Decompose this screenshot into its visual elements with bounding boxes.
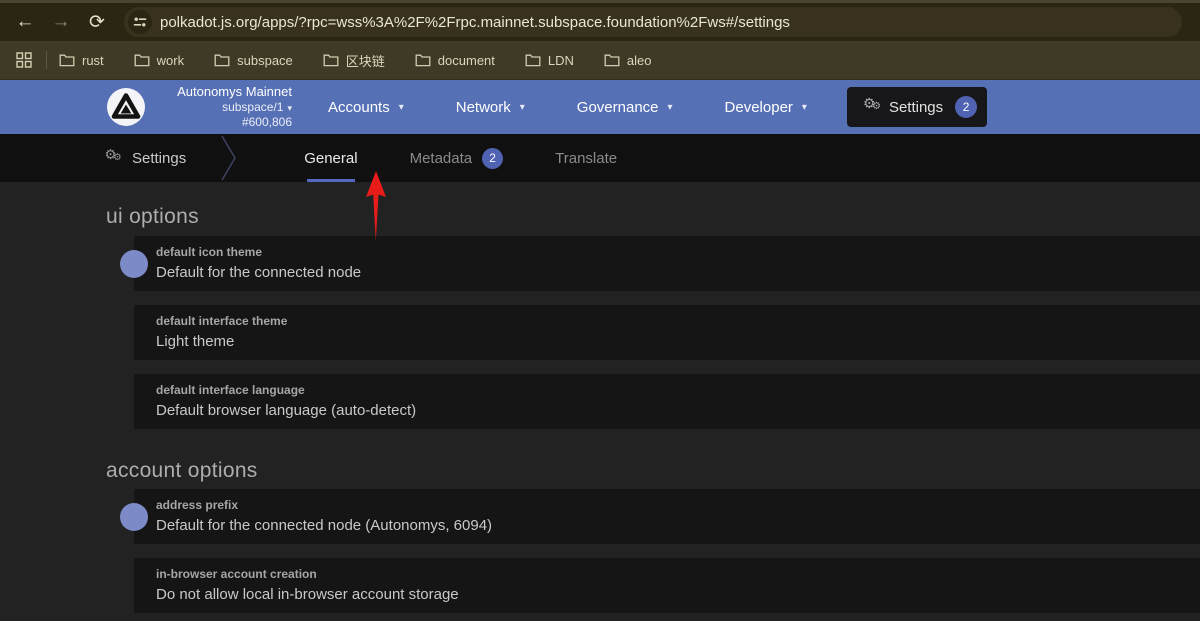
- bookmark-folder-work[interactable]: work: [134, 53, 184, 68]
- nav-developer[interactable]: Developer▾: [725, 99, 807, 116]
- setting-value-dropdown[interactable]: Default for the connected node: [156, 264, 1180, 281]
- settings-badge: 2: [955, 96, 977, 118]
- site-settings-icon[interactable]: [128, 10, 152, 34]
- setting-label: in-browser account creation: [156, 567, 1180, 581]
- reload-icon[interactable]: ⟳: [82, 7, 112, 37]
- setting-value-dropdown[interactable]: Default browser language (auto-detect): [156, 402, 1180, 419]
- tab-general[interactable]: General: [278, 134, 383, 182]
- forward-icon[interactable]: →: [46, 7, 76, 37]
- setting-row-address-prefix[interactable]: address prefix Default for the connected…: [134, 489, 1200, 544]
- address-bar[interactable]: polkadot.js.org/apps/?rpc=wss%3A%2F%2Frp…: [124, 7, 1182, 37]
- setting-value-dropdown[interactable]: Default for the connected node (Autonomy…: [156, 517, 1180, 534]
- folder-icon: [134, 53, 150, 67]
- identicon-avatar: [120, 503, 148, 531]
- folder-icon: [415, 53, 431, 67]
- setting-value-dropdown[interactable]: Light theme: [156, 333, 1180, 350]
- bookmark-folder-ldn[interactable]: LDN: [525, 53, 574, 68]
- bookmark-folder-aleo[interactable]: aleo: [604, 53, 652, 68]
- tab-translate[interactable]: Translate: [529, 134, 643, 182]
- bookmarks-divider: [46, 51, 47, 69]
- setting-label: default icon theme: [156, 245, 1180, 259]
- setting-row-default-icon-theme[interactable]: default icon theme Default for the conne…: [134, 236, 1200, 291]
- browser-toolbar: ← → ⟳ polkadot.js.org/apps/?rpc=wss%3A%2…: [0, 3, 1200, 41]
- bookmark-folder-rust[interactable]: rust: [59, 53, 104, 68]
- folder-icon: [59, 53, 75, 67]
- setting-row-default-interface-language[interactable]: default interface language Default brows…: [134, 374, 1200, 429]
- nav-settings-button[interactable]: ⚙⚙ Settings 2: [847, 87, 987, 127]
- setting-label: default interface language: [156, 383, 1180, 397]
- bookmark-folder-blockchain[interactable]: 区块链: [323, 51, 385, 70]
- section-title-ui-options: ui options: [106, 205, 1200, 229]
- folder-icon: [214, 53, 230, 67]
- breadcrumb-chevron-icon: [220, 134, 238, 182]
- settings-tab-bar: ⚙⚙ Settings General Metadata2 Translate: [0, 134, 1200, 182]
- setting-label: default interface theme: [156, 314, 1180, 328]
- folder-icon: [525, 53, 541, 67]
- apps-grid-icon[interactable]: [16, 52, 32, 68]
- identicon-avatar: [120, 250, 148, 278]
- back-icon[interactable]: ←: [10, 7, 40, 37]
- folder-icon: [604, 53, 620, 67]
- folder-icon: [323, 53, 339, 67]
- best-block-number: #600,806: [158, 115, 292, 130]
- setting-row-in-browser-account-creation[interactable]: in-browser account creation Do not allow…: [134, 558, 1200, 613]
- setting-label: address prefix: [156, 498, 1180, 512]
- chevron-down-icon: ▾: [399, 102, 404, 113]
- chain-selector[interactable]: Autonomys Mainnet subspace/1▾ #600,806: [158, 84, 292, 130]
- bookmark-folder-subspace[interactable]: subspace: [214, 53, 293, 68]
- gear-icon: ⚙⚙: [105, 149, 126, 168]
- chevron-down-icon: ▾: [287, 103, 292, 113]
- chevron-down-icon: ▾: [520, 102, 525, 113]
- tabs: General Metadata2 Translate: [278, 134, 643, 182]
- setting-value-dropdown[interactable]: Do not allow local in-browser account st…: [156, 586, 1180, 603]
- app-header: Autonomys Mainnet subspace/1▾ #600,806 A…: [0, 80, 1200, 134]
- main-nav: Accounts▾ Network▾ Governance▾ Developer…: [328, 87, 987, 127]
- chevron-down-icon: ▾: [668, 102, 673, 113]
- breadcrumb: ⚙⚙ Settings: [104, 148, 186, 168]
- autonomys-logo[interactable]: [106, 87, 146, 127]
- nav-accounts[interactable]: Accounts▾: [328, 99, 404, 116]
- nav-network[interactable]: Network▾: [456, 99, 525, 116]
- bookmark-folder-document[interactable]: document: [415, 53, 495, 68]
- tab-metadata[interactable]: Metadata2: [384, 134, 530, 182]
- metadata-badge: 2: [482, 148, 503, 169]
- breadcrumb-label: Settings: [132, 150, 186, 167]
- settings-content: ui options default icon theme Default fo…: [0, 205, 1200, 621]
- section-title-account-options: account options: [106, 459, 1200, 483]
- setting-row-default-interface-theme[interactable]: default interface theme Light theme: [134, 305, 1200, 360]
- bookmarks-bar: rust work subspace 区块链 document LDN aleo: [0, 41, 1200, 80]
- nav-governance[interactable]: Governance▾: [577, 99, 673, 116]
- runtime-version: subspace/1▾: [158, 100, 292, 115]
- url-text: polkadot.js.org/apps/?rpc=wss%3A%2F%2Frp…: [160, 14, 790, 31]
- gear-icon: ⚙⚙: [863, 97, 885, 117]
- chevron-down-icon: ▾: [802, 102, 807, 113]
- chain-name: Autonomys Mainnet: [158, 84, 292, 100]
